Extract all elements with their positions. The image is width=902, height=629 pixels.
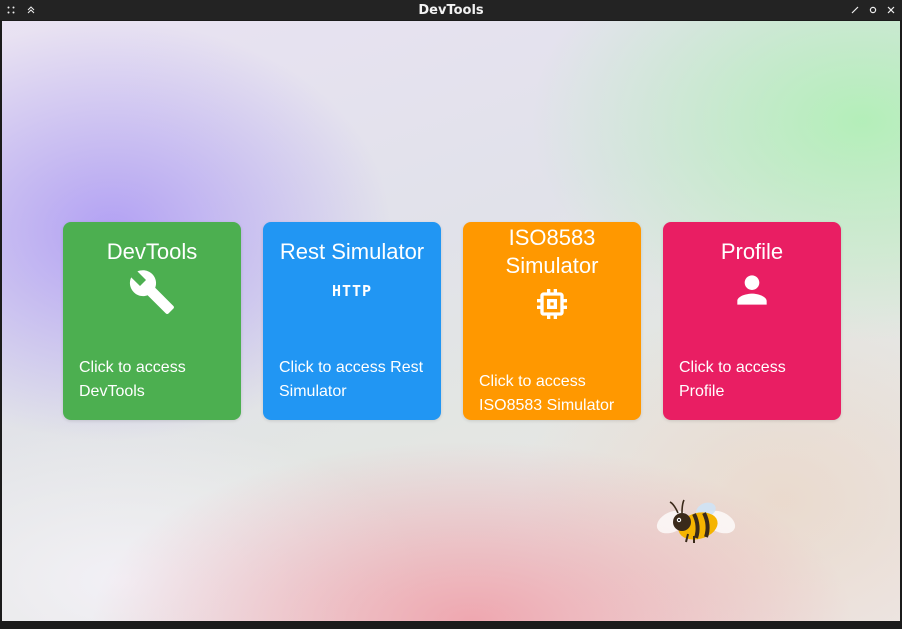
titlebar-right-controls bbox=[850, 0, 896, 20]
window-title: DevTools bbox=[418, 2, 484, 18]
window-titlebar: DevTools bbox=[0, 0, 902, 20]
window-menu-icon[interactable] bbox=[6, 5, 16, 15]
card-description: Click to access ISO8583 Simulator bbox=[479, 373, 615, 414]
maximize-icon[interactable] bbox=[868, 5, 878, 15]
http-icon: HTTP bbox=[331, 282, 373, 300]
keep-above-icon[interactable] bbox=[26, 5, 36, 15]
card-title: ISO8583 Simulator bbox=[505, 225, 599, 278]
wrench-icon bbox=[128, 268, 176, 316]
profile-card[interactable]: Profile Click to access Profile bbox=[663, 222, 841, 420]
devtools-card[interactable]: DevTools Click to access DevTools bbox=[63, 222, 241, 420]
card-description: Click to access DevTools bbox=[79, 359, 186, 400]
rest-simulator-card[interactable]: Rest Simulator HTTP Click to access Rest… bbox=[263, 222, 441, 420]
card-title: DevTools bbox=[106, 239, 198, 264]
minimize-icon[interactable] bbox=[850, 5, 860, 15]
card-title: Rest Simulator bbox=[279, 239, 425, 264]
bottom-border bbox=[0, 621, 902, 629]
main-content: DevTools Click to access DevTools Rest S… bbox=[2, 21, 900, 621]
bee-icon bbox=[654, 496, 738, 546]
card-title: Profile bbox=[720, 239, 784, 264]
iso8583-simulator-card[interactable]: ISO8583 Simulator Click to access ISO858… bbox=[463, 222, 641, 420]
person-icon bbox=[730, 268, 774, 312]
close-icon[interactable] bbox=[886, 5, 896, 15]
chip-icon bbox=[532, 284, 572, 324]
card-description: Click to access Rest Simulator bbox=[279, 359, 424, 400]
titlebar-left-controls bbox=[6, 0, 36, 20]
card-description: Click to access Profile bbox=[679, 359, 786, 400]
